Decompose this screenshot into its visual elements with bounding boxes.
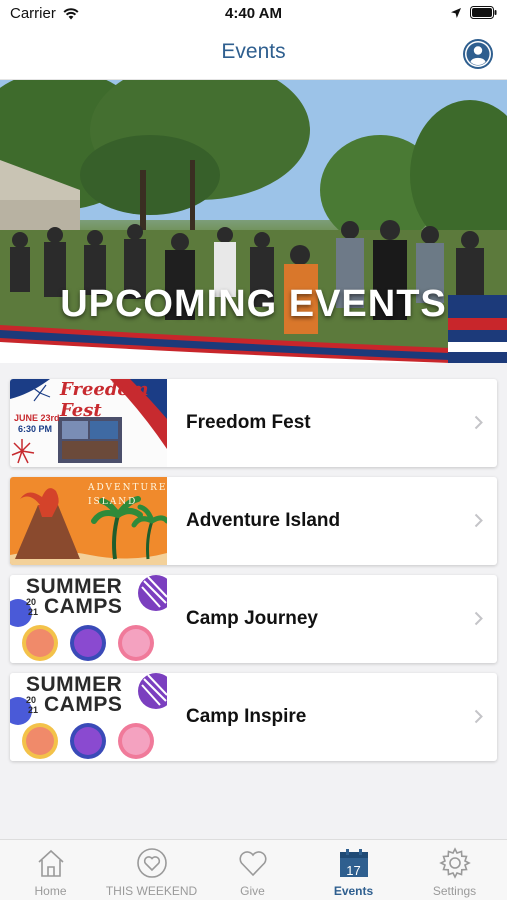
home-icon: [37, 849, 64, 877]
tab-settings[interactable]: Settings: [404, 840, 505, 900]
nav-bar: Events: [0, 28, 507, 80]
chevron-right-icon: [474, 513, 483, 528]
poster-year-top: 20: [26, 597, 37, 607]
calendar-date: 17: [346, 863, 361, 878]
event-name: Adventure Island: [186, 510, 341, 531]
event-name: Freedom Fest: [186, 412, 311, 433]
poster-year-bottom: 21: [28, 607, 39, 617]
battery-icon: [470, 6, 497, 19]
poster-year-bottom: 21: [28, 705, 39, 715]
location-arrow-icon: [451, 7, 461, 18]
tab-label: THIS WEEKEND: [105, 884, 198, 898]
poster-title-line2: CAMPS: [44, 595, 123, 618]
tab-label: Events: [333, 884, 374, 898]
tab-label: Settings: [432, 884, 477, 898]
gear-icon: [438, 847, 471, 879]
status-bar: Carrier 4:40 AM: [0, 0, 507, 28]
person-circle-icon: [465, 41, 491, 67]
chevron-right-icon: [474, 415, 483, 430]
event-card-camp-inspire[interactable]: SUMMER 20 21 CAMPS Camp Inspire: [10, 673, 497, 761]
poster-date: JUNE 23rd: [14, 413, 60, 423]
event-thumbnail: Freedom Fest JUNE 23rd 6:30 PM: [10, 379, 167, 467]
chevron-right-icon: [474, 709, 483, 724]
tab-events[interactable]: 17 Events: [303, 840, 404, 900]
event-name: Camp Journey: [186, 608, 318, 629]
tab-bar: Home THIS WEEKEND Give 17 Events Setting…: [0, 839, 507, 900]
event-thumbnail: ADVENTURE ISLAND: [10, 477, 167, 565]
poster-title: ADVENTURE ISLAND: [88, 483, 167, 507]
poster-time: 6:30 PM: [18, 424, 53, 434]
event-thumbnail: SUMMER 20 21 CAMPS: [10, 673, 167, 761]
hero-banner: UPCOMING EVENTS: [0, 80, 507, 363]
hero-title: UPCOMING EVENTS: [60, 283, 447, 325]
status-time: 4:40 AM: [225, 5, 282, 22]
tab-label: Give: [240, 884, 265, 898]
page-title: Events: [221, 40, 286, 63]
heart-circle-icon: [136, 848, 167, 878]
tab-home[interactable]: Home: [0, 840, 101, 900]
event-card-freedom-fest[interactable]: Freedom Fest JUNE 23rd 6:30 PM Freedom F…: [10, 379, 497, 467]
event-thumbnail: SUMMER 20 21 CAMPS: [10, 575, 167, 663]
poster-title: Freedom Fest: [60, 379, 149, 421]
event-card-camp-journey[interactable]: SUMMER 20 21 CAMPS Camp Journey: [10, 575, 497, 663]
event-card-adventure-island[interactable]: ADVENTURE ISLAND Adventure Island: [10, 477, 497, 565]
heart-icon: [238, 851, 267, 877]
poster-year-top: 20: [26, 695, 37, 705]
tab-this-weekend[interactable]: THIS WEEKEND: [101, 840, 202, 900]
chevron-right-icon: [474, 611, 483, 626]
tab-give[interactable]: Give: [202, 840, 303, 900]
profile-button[interactable]: [463, 39, 493, 69]
poster-title-line2: CAMPS: [44, 693, 123, 716]
tab-label: Home: [34, 884, 67, 898]
event-name: Camp Inspire: [186, 706, 307, 727]
status-right: [450, 6, 497, 19]
